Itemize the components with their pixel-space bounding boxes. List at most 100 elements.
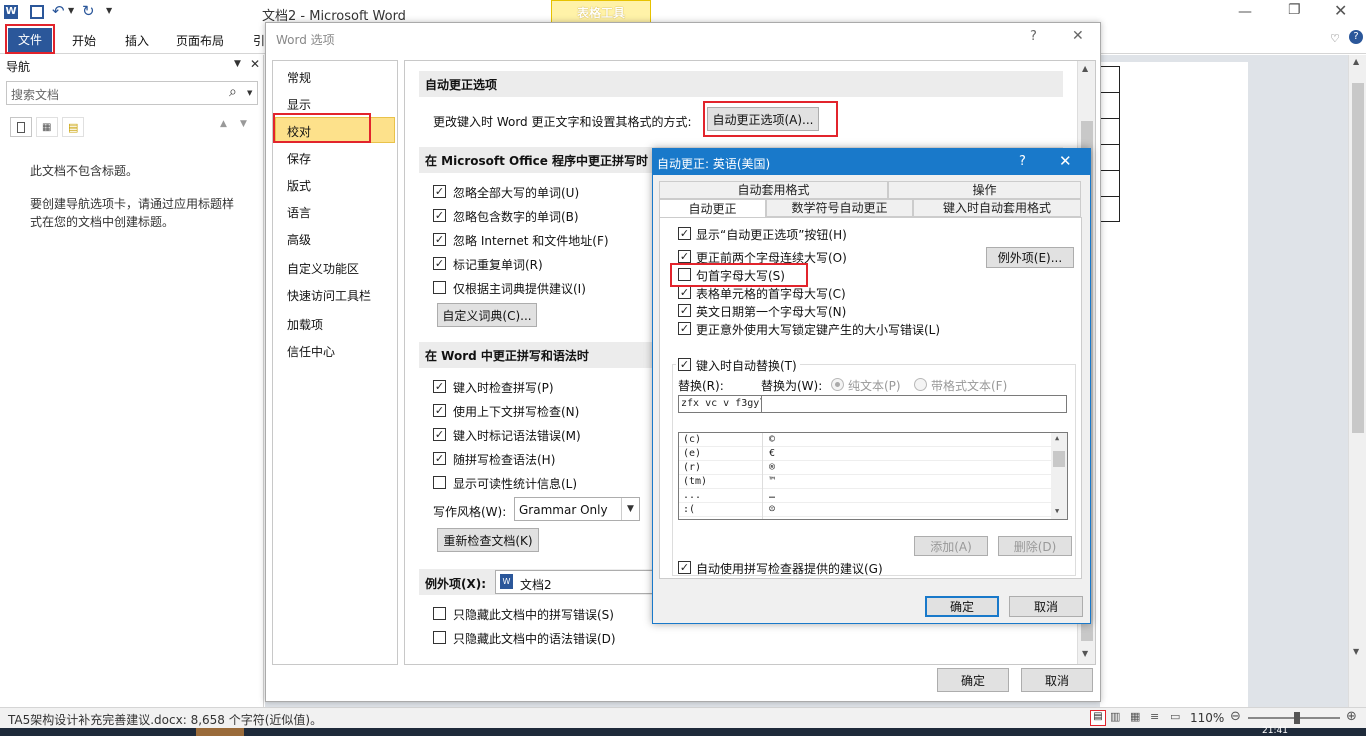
view-print-icon[interactable]: ▤ <box>1090 710 1106 726</box>
entry-row[interactable]: (r) ® <box>679 461 1051 475</box>
search-icon[interactable]: ⌕ <box>229 84 237 100</box>
sidebar-item-proofing[interactable]: 校对 <box>275 117 395 143</box>
view-reading-icon[interactable]: ▥ <box>1110 710 1120 723</box>
use-spellchecker-checkbox[interactable]: ✓ <box>678 561 691 574</box>
zoom-slider[interactable] <box>1248 712 1340 724</box>
ignore-internet-checkbox[interactable]: ✓ <box>433 233 446 246</box>
hide-spelling-checkbox[interactable] <box>433 607 446 620</box>
autocorrect-help-icon[interactable]: ? <box>1019 154 1026 169</box>
ignore-numbers-checkbox[interactable]: ✓ <box>433 209 446 222</box>
with-input[interactable] <box>761 395 1067 413</box>
options-close-icon[interactable]: ✕ <box>1072 28 1084 44</box>
plain-text-radio[interactable] <box>831 378 844 391</box>
add-entry-button[interactable]: 添加(A) <box>914 536 988 556</box>
autocorrect-close-icon[interactable]: ✕ <box>1059 152 1072 170</box>
taskbar-item[interactable] <box>196 728 244 736</box>
exceptions-button[interactable]: 例外项(E)... <box>986 247 1074 268</box>
autocorrect-ok-button[interactable]: 确定 <box>925 596 999 617</box>
options-cancel-button[interactable]: 取消 <box>1021 668 1093 692</box>
exceptions-doc-select[interactable]: W 文档2 <box>495 570 665 594</box>
tab-actions[interactable]: 操作 <box>888 181 1081 199</box>
sidebar-item-advanced[interactable]: 高级 <box>287 231 311 248</box>
autocorrect-entries-list[interactable]: (c) © (e) € (r) ® (tm) ™ ... … :( ☹ ▲ ▼ <box>678 432 1068 520</box>
close-window-icon[interactable]: ✕ <box>1334 1 1347 20</box>
entry-row[interactable]: (c) © <box>679 433 1051 447</box>
tab-references[interactable]: 引 <box>253 32 265 49</box>
replace-as-you-type-checkbox[interactable]: ✓ <box>678 358 691 371</box>
nav-search-box[interactable]: 搜索文档 ⌕ ▼ <box>6 81 258 105</box>
tab-page-layout[interactable]: 页面布局 <box>176 32 224 49</box>
save-icon[interactable] <box>30 5 44 19</box>
zoom-slider-thumb[interactable] <box>1294 712 1300 724</box>
scroll-thumb[interactable] <box>1352 83 1364 433</box>
tab-autoformat[interactable]: 自动套用格式 <box>659 181 888 199</box>
nav-close-icon[interactable]: ✕ <box>250 57 260 71</box>
sidebar-item-language[interactable]: 语言 <box>287 204 311 221</box>
sidebar-item-customize-ribbon[interactable]: 自定义功能区 <box>287 260 359 277</box>
options-help-icon[interactable]: ? <box>1030 29 1037 44</box>
autocorrect-options-button[interactable]: 自动更正选项(A)... <box>707 107 819 131</box>
minimize-icon[interactable]: — <box>1238 4 1252 20</box>
options-scroll-up-icon[interactable]: ▲ <box>1082 64 1088 73</box>
tab-home[interactable]: 开始 <box>72 32 96 49</box>
entries-scrollbar[interactable]: ▲ ▼ <box>1051 433 1067 519</box>
replace-input[interactable]: zfx vc v f3gyl <box>678 395 762 413</box>
check-grammar-checkbox[interactable]: ✓ <box>433 452 446 465</box>
restore-icon[interactable]: ❐ <box>1288 2 1301 18</box>
writing-style-dropdown-icon[interactable]: ▼ <box>621 498 639 520</box>
mark-grammar-checkbox[interactable]: ✓ <box>433 428 446 441</box>
nav-tab-results-icon[interactable]: ▤ <box>62 117 84 137</box>
custom-dictionaries-button[interactable]: 自定义词典(C)... <box>437 303 537 327</box>
tab-math-autocorrect[interactable]: 数学符号自动更正 <box>766 199 913 217</box>
search-dropdown-icon[interactable]: ▼ <box>247 89 252 97</box>
entries-scroll-thumb[interactable] <box>1053 451 1065 467</box>
view-outline-icon[interactable]: ≡ <box>1150 710 1159 723</box>
sidebar-item-addins[interactable]: 加载项 <box>287 316 323 333</box>
two-initial-caps-checkbox[interactable]: ✓ <box>678 250 691 263</box>
ribbon-help-icon[interactable]: ♡ <box>1330 32 1340 45</box>
caps-lock-checkbox[interactable]: ✓ <box>678 322 691 335</box>
scroll-down-icon[interactable]: ▼ <box>1353 647 1359 656</box>
qat-customize-icon[interactable]: ▼ <box>106 6 112 15</box>
writing-style-select[interactable]: Grammar Only ▼ <box>514 497 640 521</box>
nav-tab-pages-icon[interactable]: ▦ <box>36 117 58 137</box>
nav-down-icon[interactable]: ▼ <box>240 119 247 129</box>
zoom-in-icon[interactable]: ⊕ <box>1346 709 1357 724</box>
hide-grammar-checkbox[interactable] <box>433 631 446 644</box>
doc-scrollbar[interactable]: ▲ ▼ <box>1348 55 1366 707</box>
capitalize-sentences-checkbox[interactable] <box>678 268 691 281</box>
sidebar-item-save[interactable]: 保存 <box>287 150 311 167</box>
options-scroll-down-icon[interactable]: ▼ <box>1082 649 1088 658</box>
flag-repeated-checkbox[interactable]: ✓ <box>433 257 446 270</box>
autocorrect-cancel-button[interactable]: 取消 <box>1009 596 1083 617</box>
check-spelling-checkbox[interactable]: ✓ <box>433 380 446 393</box>
undo-icon[interactable]: ↶ <box>52 2 65 20</box>
sidebar-item-trust-center[interactable]: 信任中心 <box>287 343 335 360</box>
view-web-icon[interactable]: ▦ <box>1130 710 1140 723</box>
capitalize-days-checkbox[interactable]: ✓ <box>678 304 691 317</box>
readability-checkbox[interactable] <box>433 476 446 489</box>
entries-scroll-down-icon[interactable]: ▼ <box>1055 507 1059 515</box>
entry-row[interactable]: ... … <box>679 489 1051 503</box>
redo-icon[interactable]: ↻ <box>82 2 95 20</box>
main-dict-only-checkbox[interactable] <box>433 281 446 294</box>
view-draft-icon[interactable]: ▭ <box>1170 710 1180 723</box>
scroll-up-icon[interactable]: ▲ <box>1353 57 1359 66</box>
nav-tab-headings-icon[interactable] <box>10 117 32 137</box>
tab-autoformat-as-you-type[interactable]: 键入时自动套用格式 <box>913 199 1081 217</box>
sidebar-item-general[interactable]: 常规 <box>287 69 311 86</box>
nav-dropdown-icon[interactable]: ▼ <box>234 59 241 69</box>
help-icon[interactable]: ? <box>1349 30 1363 44</box>
sidebar-item-quick-access[interactable]: 快速访问工具栏 <box>287 287 371 304</box>
nav-search-input[interactable]: 搜索文档 <box>11 86 59 103</box>
formatted-text-radio[interactable] <box>914 378 927 391</box>
contextual-spelling-checkbox[interactable]: ✓ <box>433 404 446 417</box>
tab-insert[interactable]: 插入 <box>125 32 149 49</box>
sidebar-item-display[interactable]: 显示 <box>287 96 311 113</box>
recheck-document-button[interactable]: 重新检查文档(K) <box>437 528 539 552</box>
options-ok-button[interactable]: 确定 <box>937 668 1009 692</box>
ignore-uppercase-checkbox[interactable]: ✓ <box>433 185 446 198</box>
entry-row[interactable]: :( ☹ <box>679 503 1051 517</box>
zoom-level[interactable]: 110% <box>1190 711 1224 725</box>
zoom-out-icon[interactable]: ⊖ <box>1230 709 1241 724</box>
